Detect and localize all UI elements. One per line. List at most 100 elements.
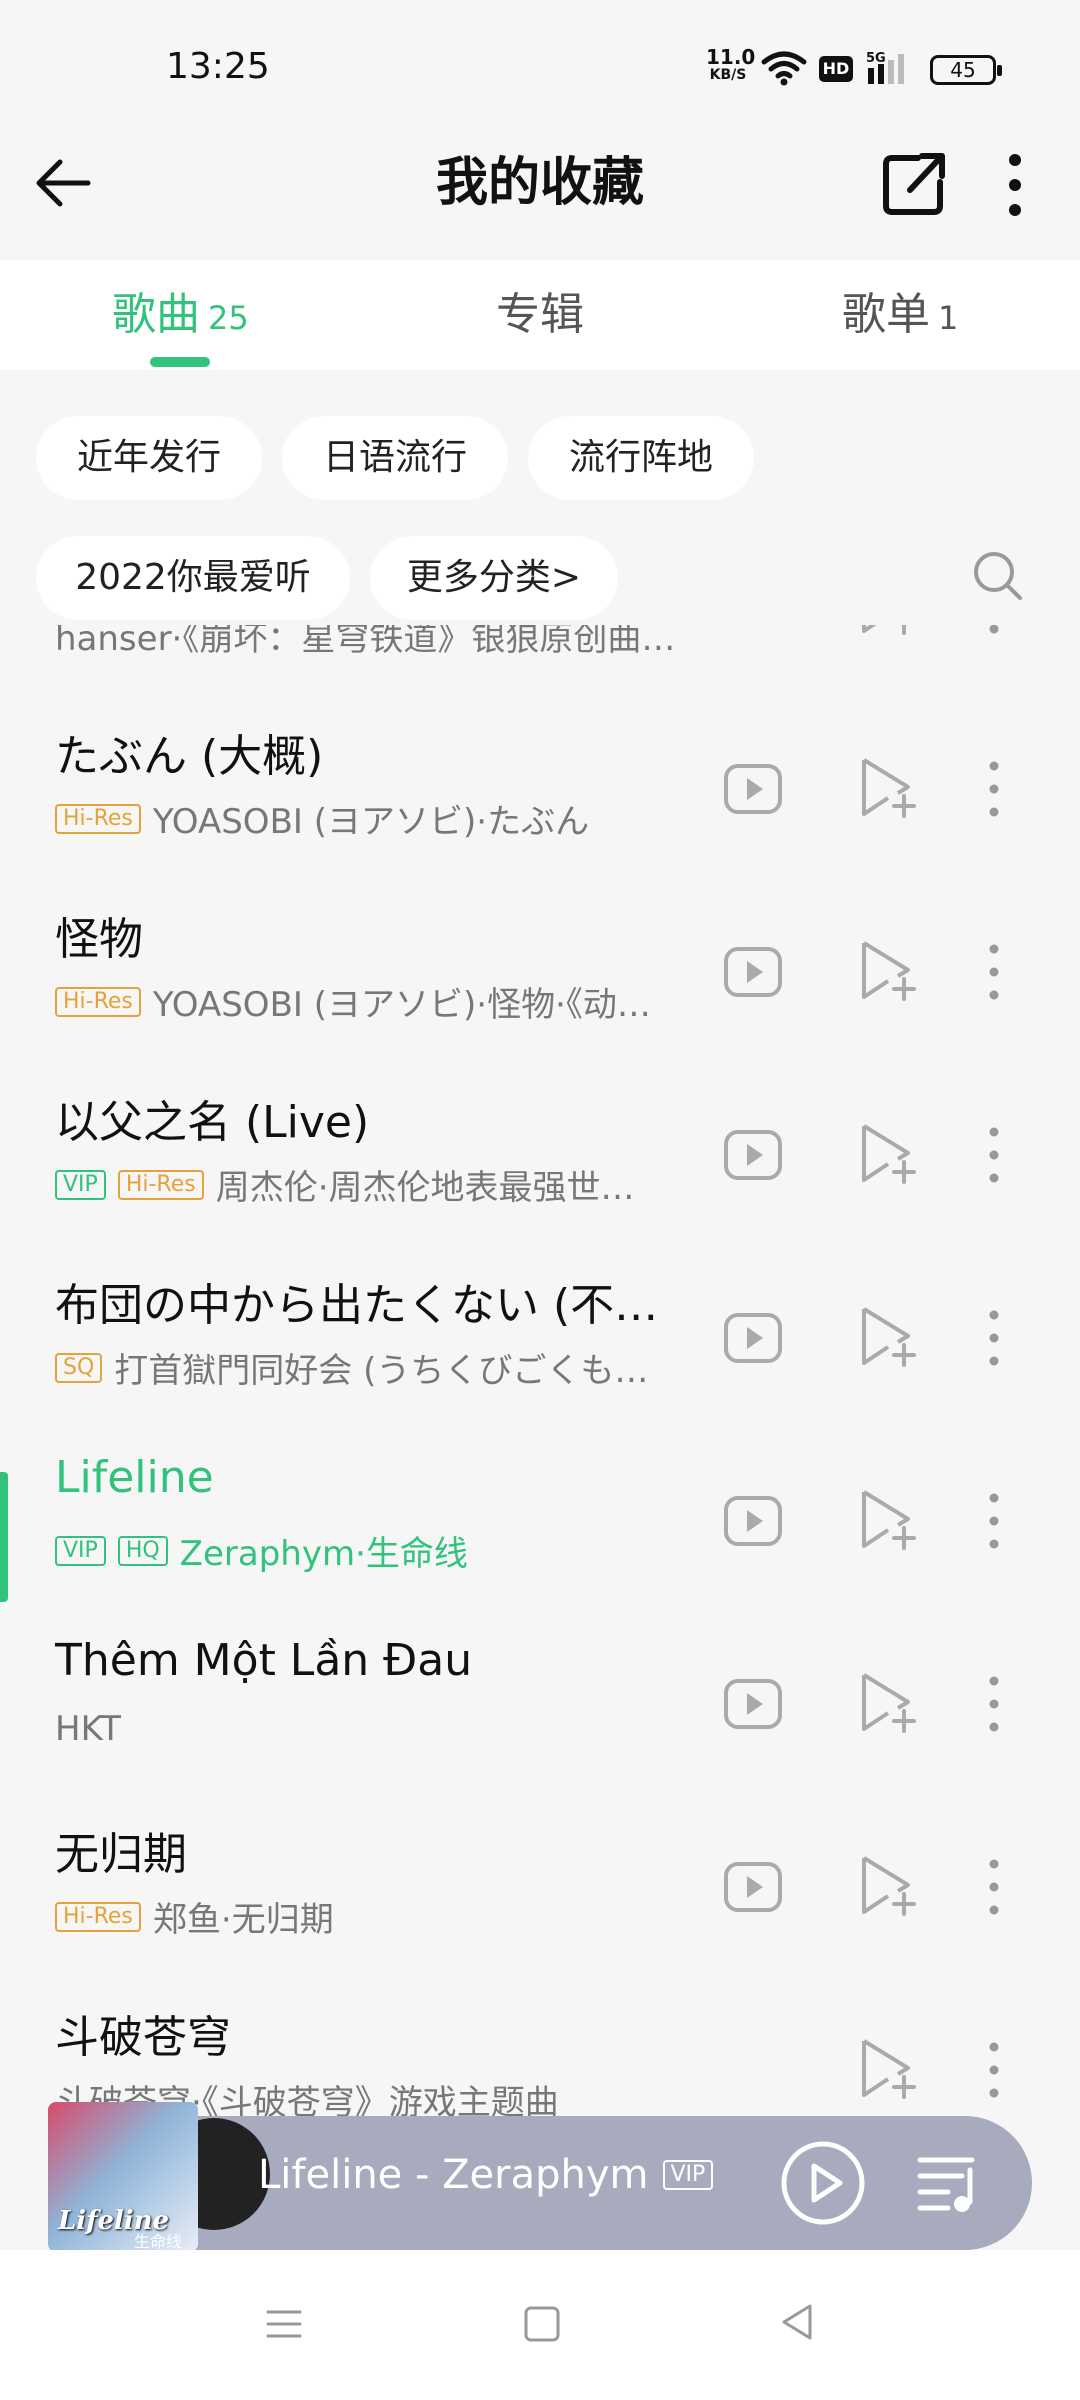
tab-bar: 歌曲 25 专辑 歌单 1 — [0, 260, 1080, 370]
song-subtitle: Hi-Res YOASOBI (ヨアソビ)·たぶん — [55, 794, 695, 843]
more-vertical-icon[interactable] — [976, 1490, 1012, 1552]
music-video-icon[interactable] — [722, 1490, 784, 1552]
network-speed-unit: KB/S — [709, 67, 747, 83]
song-subtitle: HKT — [55, 1709, 695, 1749]
filter-chip-2022[interactable]: 2022你最爱听 — [36, 536, 350, 620]
song-list: hanser·《崩坏：星穹铁道》银狼原创曲手书「… たぶん (大概) Hi-Re… — [0, 625, 1080, 2120]
song-subtitle: Hi-Res 郑鱼·无归期 — [55, 1892, 695, 1941]
quality-badge: Hi-Res — [55, 803, 141, 834]
add-to-playlist-icon[interactable] — [858, 1486, 918, 1552]
add-to-playlist-icon[interactable] — [858, 2035, 918, 2101]
music-video-icon[interactable] — [722, 1124, 784, 1186]
song-title: 斗破苍穹 — [55, 2012, 231, 2063]
menu-icon[interactable] — [262, 2302, 306, 2346]
song-row[interactable]: 怪物 Hi-Res YOASOBI (ヨアソビ)·怪物·《动… — [0, 881, 1080, 1064]
song-row[interactable]: 无归期 Hi-Res 郑鱼·无归期 — [0, 1796, 1080, 1979]
tab-playlists-label: 歌单 — [842, 289, 930, 340]
status-bar: 13:25 11.0 KB/S HD 5G 45 — [0, 0, 1080, 130]
quality-badge: SQ — [55, 1352, 103, 1383]
more-vertical-icon[interactable] — [976, 1307, 1012, 1369]
now-playing-info: Lifeline - Zeraphym VIP — [258, 2152, 714, 2198]
vip-badge: VIP — [55, 1535, 106, 1566]
tab-albums[interactable]: 专辑 — [496, 278, 584, 340]
add-to-playlist-icon[interactable] — [858, 1303, 918, 1369]
tab-songs-count: 25 — [208, 299, 249, 337]
signal-label: 5G — [866, 51, 886, 66]
home-icon[interactable] — [520, 2302, 564, 2346]
system-nav-bar — [0, 2250, 1080, 2400]
add-to-playlist-icon[interactable] — [858, 625, 918, 637]
tab-songs[interactable]: 歌曲 25 — [112, 278, 249, 340]
tab-playlists-count: 1 — [938, 299, 959, 337]
add-to-playlist-icon[interactable] — [858, 1852, 918, 1918]
filter-chip-recent[interactable]: 近年发行 — [36, 416, 262, 500]
song-title: たぶん (大概) — [55, 731, 324, 782]
signal-icon: 5G — [866, 51, 904, 84]
song-row[interactable]: hanser·《崩坏：星穹铁道》银狼原创曲手书「… — [0, 625, 1080, 698]
add-to-playlist-icon[interactable] — [858, 754, 918, 820]
now-playing-title: Lifeline - Zeraphym — [258, 2152, 649, 2198]
more-vertical-icon[interactable] — [976, 758, 1012, 820]
filter-chip-jpop[interactable]: 日语流行 — [282, 416, 508, 500]
hd-icon: HD — [819, 56, 853, 82]
play-icon[interactable] — [780, 2140, 866, 2226]
song-subtitle: SQ 打首獄門同好会 (うちくびごくも… — [55, 1343, 695, 1392]
song-title: Thêm Một Lần Đau — [55, 1635, 473, 1686]
song-artist-album: 郑鱼·无归期 — [152, 1900, 334, 1940]
song-subtitle: VIP HQ Zeraphym·生命线 — [55, 1526, 695, 1575]
add-to-playlist-icon[interactable] — [858, 1120, 918, 1186]
filter-chip-more[interactable]: 更多分类> — [370, 536, 618, 620]
network-speed: 11.0 KB/S — [706, 47, 755, 84]
add-to-playlist-icon[interactable] — [858, 1669, 918, 1735]
song-row[interactable]: たぶん (大概) Hi-Res YOASOBI (ヨアソビ)·たぶん — [0, 698, 1080, 881]
quality-badge: Hi-Res — [117, 1169, 204, 1200]
music-video-icon[interactable] — [722, 941, 784, 1003]
music-video-icon[interactable] — [722, 1673, 784, 1735]
song-artist-album: YOASOBI (ヨアソビ)·怪物·《动… — [152, 985, 651, 1025]
song-title: 怪物 — [55, 914, 143, 965]
page-title: 我的收藏 — [435, 153, 644, 213]
add-to-playlist-icon[interactable] — [858, 937, 918, 1003]
quality-badge: HQ — [117, 1535, 168, 1566]
arrow-left-icon[interactable] — [30, 148, 100, 218]
song-row[interactable]: 布団の中から出たくない (不… SQ 打首獄門同好会 (うちくびごくも… — [0, 1247, 1080, 1430]
filter-chip-pop[interactable]: 流行阵地 — [528, 416, 754, 500]
song-subtitle: VIP Hi-Res 周杰伦·周杰伦地表最强世… — [55, 1160, 695, 1209]
more-vertical-icon[interactable] — [976, 1124, 1012, 1186]
back-triangle-icon[interactable] — [776, 2300, 820, 2344]
music-video-icon[interactable] — [722, 758, 784, 820]
more-vertical-icon[interactable] — [976, 1856, 1012, 1918]
song-row[interactable]: Thêm Một Lần Đau HKT — [0, 1613, 1080, 1796]
more-vertical-icon[interactable] — [976, 2039, 1012, 2101]
song-subtitle: hanser·《崩坏：星穹铁道》银狼原创曲手书「… — [55, 625, 695, 660]
music-video-icon[interactable] — [722, 1856, 784, 1918]
album-cover[interactable]: Lifeline 生命线 — [48, 2102, 198, 2252]
share-external-icon[interactable] — [878, 146, 952, 220]
vip-badge: VIP — [662, 2160, 714, 2190]
more-vertical-icon[interactable] — [990, 148, 1040, 222]
tab-playlists[interactable]: 歌单 1 — [842, 278, 959, 340]
song-artist-album: YOASOBI (ヨアソビ)·たぶん — [152, 802, 590, 842]
song-row[interactable]: 斗破苍穹 斗破苍穹·《斗破苍穹》游戏主题曲 — [0, 1979, 1080, 2120]
battery-indicator: 45 — [930, 55, 1002, 85]
quality-badge: Hi-Res — [55, 1901, 141, 1932]
song-artist-album: 打首獄門同好会 (うちくびごくも… — [114, 1351, 649, 1391]
vip-badge: VIP — [55, 1169, 106, 1200]
playlist-queue-icon[interactable] — [914, 2146, 984, 2216]
song-row[interactable]: 以父之名 (Live) VIP Hi-Res 周杰伦·周杰伦地表最强世… — [0, 1064, 1080, 1247]
header: 我的收藏 — [0, 130, 1080, 240]
music-video-icon[interactable] — [722, 1307, 784, 1369]
song-row-playing[interactable]: Lifeline VIP HQ Zeraphym·生命线 — [0, 1430, 1080, 1613]
status-time: 13:25 — [166, 46, 270, 87]
more-vertical-icon[interactable] — [976, 941, 1012, 1003]
song-title: 以父之名 (Live) — [55, 1097, 370, 1148]
album-cover-subtitle: 生命线 — [134, 2232, 183, 2251]
wifi-icon — [761, 51, 807, 86]
quality-badge: Hi-Res — [55, 986, 141, 1017]
search-icon[interactable] — [970, 548, 1024, 602]
mini-player[interactable]: Lifeline 生命线 Lifeline - Zeraphym VIP — [48, 2102, 1032, 2252]
song-artist-album: Zeraphym·生命线 — [179, 1534, 468, 1574]
more-vertical-icon[interactable] — [976, 625, 1012, 637]
more-vertical-icon[interactable] — [976, 1673, 1012, 1735]
song-artist-album: 周杰伦·周杰伦地表最强世… — [215, 1168, 635, 1208]
